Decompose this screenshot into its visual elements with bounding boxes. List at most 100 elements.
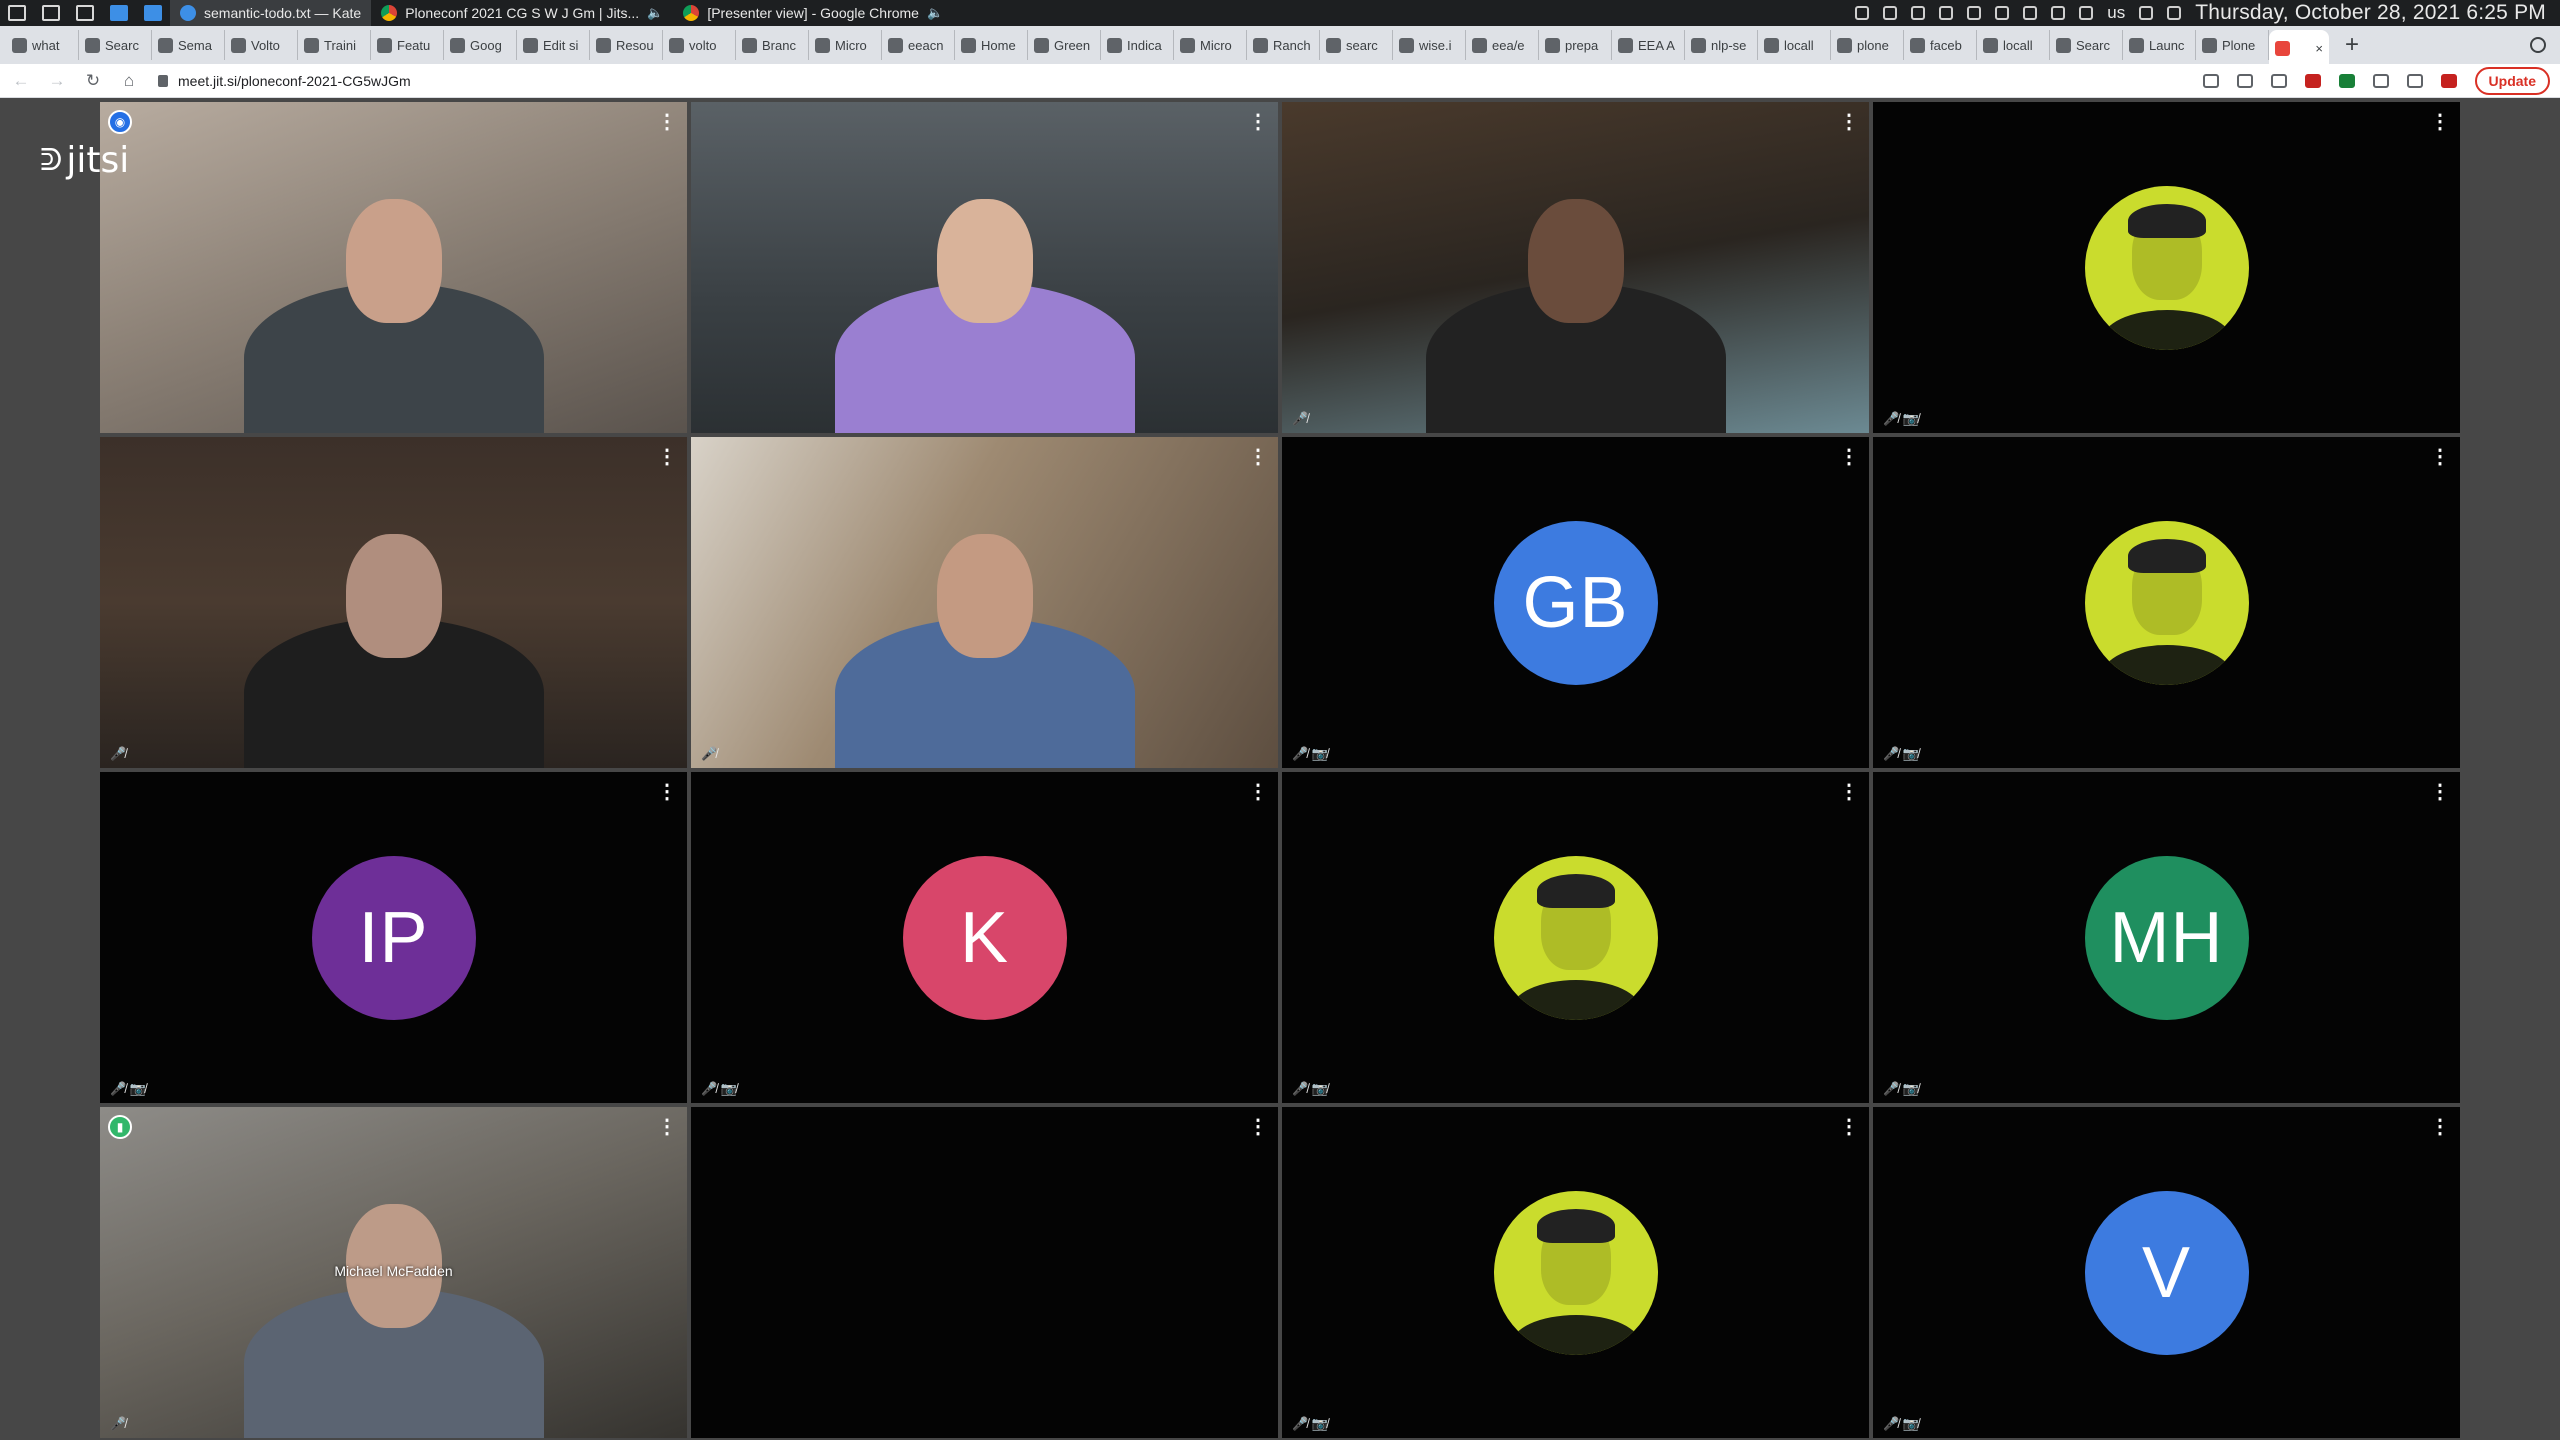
browser-tab[interactable]: Plone	[2196, 30, 2269, 60]
back-icon[interactable]: ←	[6, 71, 36, 91]
participant-tile[interactable]: ⋮ 🎤̸	[1282, 102, 1869, 433]
participant-tile[interactable]: ⋮	[691, 102, 1278, 433]
taskbar-window[interactable]: Ploneconf 2021 CG S W J Gm | Jits... 🔈	[371, 0, 673, 26]
participant-tile[interactable]: ◉ ⋮	[100, 102, 687, 433]
tile-menu-icon[interactable]: ⋮	[2430, 782, 2450, 802]
url-text[interactable]: meet.jit.si/ploneconf-2021-CG5wJGm	[178, 73, 411, 89]
participant-tile[interactable]: GB ⋮ 🎤̸ 📷̸	[1282, 437, 1869, 768]
files-icon[interactable]	[42, 5, 60, 21]
tile-menu-icon[interactable]: ⋮	[1248, 112, 1268, 132]
browser-tab[interactable]: searc	[1320, 30, 1393, 60]
browser-tab[interactable]: Launc	[2123, 30, 2196, 60]
browser-tab[interactable]: Sema	[152, 30, 225, 60]
participant-tile[interactable]: ⋮ 🎤̸	[100, 437, 687, 768]
browser-tab[interactable]: Traini	[298, 30, 371, 60]
browser-tab[interactable]: eeacn	[882, 30, 955, 60]
taskbar-window[interactable]: semantic-todo.txt — Kate	[170, 0, 372, 26]
browser-tab[interactable]: Green	[1028, 30, 1101, 60]
pause-icon[interactable]	[1883, 6, 1898, 20]
app-menu-icon[interactable]	[8, 5, 26, 21]
window-icon[interactable]	[1911, 6, 1926, 20]
browser-tab[interactable]: locall	[1758, 30, 1831, 60]
browser-tab[interactable]: what	[6, 30, 79, 60]
participant-tile[interactable]: V ⋮ 🎤̸ 📷̸	[1873, 1107, 2460, 1438]
participant-tile[interactable]: K ⋮ 🎤̸ 📷̸	[691, 772, 1278, 1103]
browser-tab[interactable]: Home	[955, 30, 1028, 60]
tile-menu-icon[interactable]: ⋮	[1248, 782, 1268, 802]
tile-menu-icon[interactable]: ⋮	[657, 112, 677, 132]
keyboard-layout[interactable]: us	[2107, 3, 2125, 23]
clipboard-icon[interactable]	[1939, 6, 1954, 20]
network-icon[interactable]	[1855, 6, 1870, 20]
extension-icon[interactable]	[2338, 73, 2355, 88]
participant-tile[interactable]: ⋮ 🎤̸ 📷̸	[1873, 437, 2460, 768]
browser-icon[interactable]	[144, 5, 162, 21]
tile-menu-icon[interactable]: ⋮	[2430, 112, 2450, 132]
microphone-icon[interactable]	[2079, 6, 2094, 20]
audio-playing-icon[interactable]: 🔈	[927, 5, 943, 21]
tile-menu-icon[interactable]: ⋮	[1248, 447, 1268, 467]
wifi-icon[interactable]	[2167, 6, 2182, 20]
browser-tab[interactable]: faceb	[1904, 30, 1977, 60]
dominant-speaker-icon[interactable]: ◉	[108, 110, 132, 134]
extension-key-icon[interactable]	[2372, 73, 2389, 88]
participant-tile[interactable]: ⋮ 🎤̸	[691, 437, 1278, 768]
browser-tab[interactable]: Searc	[2050, 30, 2123, 60]
audio-playing-icon[interactable]: 🔈	[647, 5, 663, 21]
battery-icon[interactable]	[2051, 6, 2066, 20]
browser-tab[interactable]: EEA A	[1612, 30, 1685, 60]
camera-icon[interactable]	[2202, 73, 2219, 88]
connection-quality-icon[interactable]: ▮	[108, 1115, 132, 1139]
home-icon[interactable]: ⌂	[114, 71, 144, 91]
tile-menu-icon[interactable]: ⋮	[1248, 1117, 1268, 1137]
tile-menu-icon[interactable]: ⋮	[657, 447, 677, 467]
extension-ublock-icon[interactable]	[2304, 73, 2321, 88]
lock-icon[interactable]	[158, 74, 168, 87]
tile-menu-icon[interactable]: ⋮	[657, 1117, 677, 1137]
browser-tab[interactable]: Searc	[79, 30, 152, 60]
browser-tab[interactable]: Indica	[1101, 30, 1174, 60]
forward-icon[interactable]: →	[42, 71, 72, 91]
participant-tile[interactable]: ⋮ 🎤̸ 📷̸	[1873, 102, 2460, 433]
tile-menu-icon[interactable]: ⋮	[657, 782, 677, 802]
tile-menu-icon[interactable]: ⋮	[1839, 112, 1859, 132]
address-bar[interactable]: meet.jit.si/ploneconf-2021-CG5wJGm	[158, 67, 2158, 95]
tile-menu-icon[interactable]: ⋮	[1839, 782, 1859, 802]
install-icon[interactable]	[2236, 73, 2253, 88]
update-button[interactable]: Update	[2474, 66, 2550, 95]
browser-tab[interactable]: Micro	[809, 30, 882, 60]
terminal-icon[interactable]	[76, 5, 94, 21]
browser-tab[interactable]: wise.i	[1393, 30, 1466, 60]
participant-tile[interactable]: ⋮	[691, 1107, 1278, 1438]
browser-tab[interactable]: volto	[663, 30, 736, 60]
participant-tile[interactable]: Michael McFadden ▮ ⋮ 🎤̸	[100, 1107, 687, 1438]
participant-tile[interactable]: ⋮ 🎤̸ 📷̸	[1282, 1107, 1869, 1438]
participant-tile[interactable]: ⋮ 🎤̸ 📷̸	[1282, 772, 1869, 1103]
location-icon[interactable]	[1967, 6, 1982, 20]
browser-tab[interactable]: locall	[1977, 30, 2050, 60]
tile-menu-icon[interactable]: ⋮	[1839, 1117, 1859, 1137]
browser-tab[interactable]: Micro	[1174, 30, 1247, 60]
profile-avatar-icon[interactable]	[2440, 73, 2457, 88]
display-icon[interactable]	[2139, 6, 2154, 20]
browser-tab[interactable]: Branc	[736, 30, 809, 60]
tile-menu-icon[interactable]: ⋮	[2430, 447, 2450, 467]
participant-tile[interactable]: MH ⋮ 🎤̸ 📷̸	[1873, 772, 2460, 1103]
browser-tab[interactable]: Resou	[590, 30, 663, 60]
participant-tile[interactable]: IP ⋮ 🎤̸ 📷̸	[100, 772, 687, 1103]
browser-tab[interactable]: Volto	[225, 30, 298, 60]
browser-tab[interactable]: plone	[1831, 30, 1904, 60]
jitsi-logo[interactable]: ᕲ jitsi	[40, 140, 129, 181]
bluetooth-icon[interactable]	[2023, 6, 2038, 20]
tab-search-icon[interactable]	[2530, 37, 2546, 53]
browser-tab-active[interactable]: ×	[2269, 30, 2329, 64]
browser-tab[interactable]: nlp-se	[1685, 30, 1758, 60]
browser-tab[interactable]: Goog	[444, 30, 517, 60]
browser-tab[interactable]: prepa	[1539, 30, 1612, 60]
tile-menu-icon[interactable]: ⋮	[1839, 447, 1859, 467]
browser-tab[interactable]: Edit si	[517, 30, 590, 60]
bookmark-star-icon[interactable]	[2270, 73, 2287, 88]
clock[interactable]: Thursday, October 28, 2021 6:25 PM	[2195, 1, 2546, 25]
browser-tab[interactable]: eea/e	[1466, 30, 1539, 60]
browser-tab[interactable]: Ranch	[1247, 30, 1320, 60]
